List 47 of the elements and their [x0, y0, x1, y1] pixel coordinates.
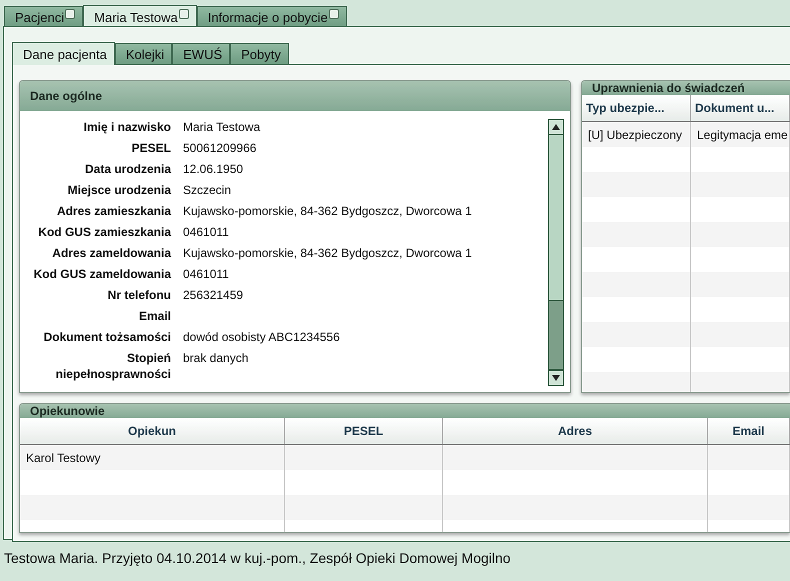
field-label: Dokument tożsamości — [42, 329, 171, 345]
panel-title: Uprawnienia do świadczeń — [582, 81, 790, 95]
tab[interactable]: Pobyty — [230, 43, 289, 64]
field-value: Maria Testowa — [183, 119, 262, 135]
column-header[interactable]: Email — [708, 418, 790, 444]
scroll-down-icon[interactable] — [549, 370, 563, 385]
tab[interactable]: Pacjenci — [4, 6, 84, 27]
field-label: Data urodzenia — [84, 161, 171, 177]
status-text: Testowa Maria. Przyjęto 04.10.2014 w kuj.-pom., Zespół Opieki Domowej Mogilno — [3, 549, 512, 566]
field-value: brak danych — [183, 350, 250, 367]
column-header[interactable]: Adres — [443, 418, 708, 444]
square-icon[interactable] — [65, 9, 76, 19]
field-label: Nr telefonu — [106, 287, 171, 303]
field-value: Szczecin — [183, 182, 232, 198]
tab[interactable]: Informacje o pobycie — [196, 6, 347, 27]
tab[interactable]: Dane pacjenta — [12, 42, 115, 65]
field-label: Kod GUS zamieszkania — [37, 224, 171, 240]
field-value: 0461011 — [183, 224, 230, 240]
field-label: Adres zameldowania — [51, 245, 171, 261]
field-value: 0461011 — [183, 266, 230, 282]
tab[interactable]: Maria Testowa — [83, 5, 197, 28]
field-label: Adres zamieszkania — [56, 203, 171, 219]
square-icon[interactable] — [328, 9, 339, 19]
field-value: 12.06.1950 — [183, 161, 244, 177]
panel-title: Dane ogólne — [20, 81, 570, 111]
panel-title: Opiekunowie — [20, 404, 790, 418]
field-value: dowód osobisty ABC1234556 — [183, 329, 341, 345]
field-label: Email — [138, 308, 171, 324]
square-icon[interactable] — [178, 9, 189, 19]
field-label: Miejsce urodzenia — [66, 182, 171, 198]
field-label: Imię i nazwisko — [82, 119, 171, 135]
field-value: Kujawsko-pomorskie, 84-362 Bydgoszcz, Dworcowa 1 — [183, 203, 473, 219]
field-value: 256321459 — [183, 287, 244, 303]
scrollbar[interactable] — [548, 119, 564, 386]
scroll-up-icon[interactable] — [549, 120, 563, 135]
column-header[interactable]: Typ ubezpie... — [582, 95, 691, 121]
field-label: PESEL — [130, 140, 171, 156]
scrollbar-thumb[interactable] — [549, 300, 563, 370]
tab[interactable]: Kolejki — [114, 43, 172, 64]
field-label: Stopień niepełnosprawności — [54, 350, 171, 382]
field-value: 50061209966 — [183, 140, 258, 156]
field-value: Kujawsko-pomorskie, 84-362 Bydgoszcz, Dworcowa 1 — [183, 245, 473, 261]
tab[interactable]: EWUŚ — [172, 43, 230, 64]
column-header[interactable]: Dokument u... — [691, 95, 790, 121]
column-header[interactable]: PESEL — [285, 418, 443, 444]
field-label: Kod GUS zameldowania — [32, 266, 171, 282]
column-header[interactable]: Opiekun — [20, 418, 285, 444]
